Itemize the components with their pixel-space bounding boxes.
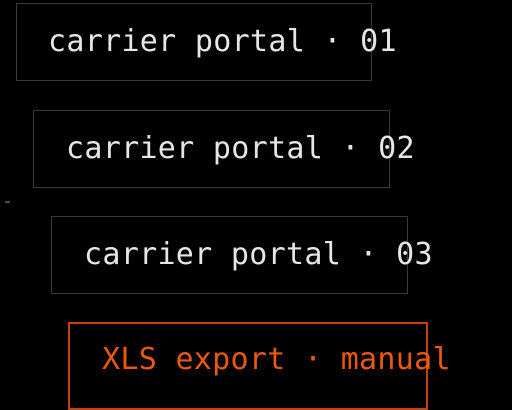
stray-mark [5, 201, 10, 203]
source-item-label: XLS export · manual [102, 342, 451, 377]
source-item-label: carrier portal · 01 [48, 24, 397, 59]
source-item-label: carrier portal · 03 [84, 237, 433, 272]
source-item-label: carrier portal · 02 [66, 131, 415, 166]
